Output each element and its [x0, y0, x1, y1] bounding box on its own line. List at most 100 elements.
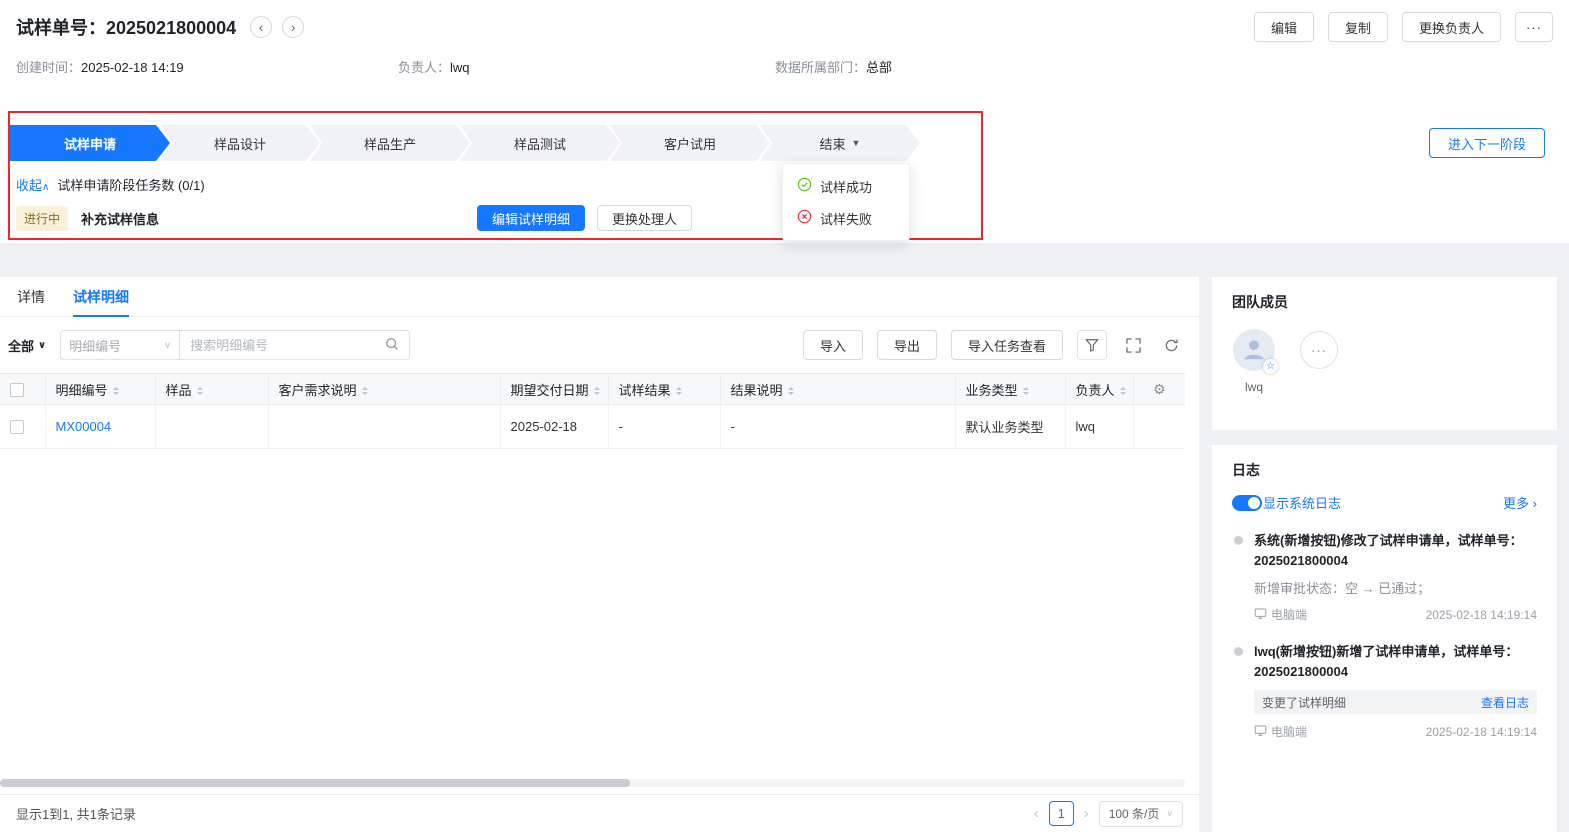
monitor-icon: [1254, 724, 1267, 740]
collapse-link[interactable]: 收起∧: [16, 175, 49, 194]
stage-label: 结束: [819, 136, 846, 152]
stage-row: 试样申请 样品设计 样品生产 样品测试 客户试用 结束 ▼ 进入下一阶段: [0, 92, 1569, 161]
sort-icon[interactable]: [1022, 384, 1029, 398]
sort-icon[interactable]: [675, 384, 682, 398]
right-sidebar: 团队成员 ☆ lwq ··· 日志 显示系统日志 更多 › 系统(新增按钮)修改…: [1212, 277, 1557, 832]
menu-item-trial-success[interactable]: 试样成功: [783, 170, 909, 202]
cell-owner: lwq: [1065, 404, 1134, 449]
next-record-button[interactable]: ›: [282, 16, 305, 38]
member-row: ☆ lwq ···: [1232, 329, 1537, 394]
stage-item-sample-production[interactable]: 样品生产: [310, 125, 470, 161]
sort-icon[interactable]: [196, 384, 203, 398]
team-member: ☆ lwq: [1232, 329, 1278, 394]
edit-sample-detail-button[interactable]: 编辑试样明细: [477, 205, 586, 231]
check-circle-icon: [797, 177, 812, 195]
stage-item-sample-design[interactable]: 样品设计: [160, 125, 320, 161]
edit-button[interactable]: 编辑: [1253, 12, 1314, 42]
chevron-right-icon: ›: [290, 19, 296, 35]
fullscreen-icon[interactable]: [1121, 333, 1145, 357]
member-name: lwq: [1244, 380, 1263, 394]
copy-button[interactable]: 复制: [1327, 12, 1388, 42]
sort-icon[interactable]: [787, 384, 794, 398]
cell-delivery-date: 2025-02-18: [500, 404, 609, 449]
table-row[interactable]: MX00004 2025-02-18 - - 默认业务类型 lwq: [0, 404, 1185, 449]
export-button[interactable]: 导出: [876, 330, 937, 360]
prev-record-button[interactable]: ‹: [250, 16, 273, 38]
team-members-card: 团队成员 ☆ lwq ···: [1212, 277, 1557, 430]
change-handler-button[interactable]: 更换处理人: [597, 205, 693, 231]
avatar[interactable]: ☆: [1233, 329, 1278, 374]
tab-detail[interactable]: 详情: [17, 277, 45, 316]
stage-item-sample-test[interactable]: 样品测试: [460, 125, 620, 161]
search-icon[interactable]: [385, 337, 399, 354]
stage-section: 试样申请 样品设计 样品生产 样品测试 客户试用 结束 ▼ 进入下一阶段 收起∧ …: [0, 92, 1569, 243]
import-task-view-button[interactable]: 导入任务查看: [950, 330, 1063, 360]
owner: 负责人：lwq: [398, 60, 470, 75]
select-all-checkbox[interactable]: [10, 382, 24, 397]
log-entry-meta: 电脑端 2025-02-18 14:19:14: [1254, 606, 1537, 623]
top-header: 试样单号：2025021800004 ‹ › 编辑 复制 更换负责人 ··· 创…: [0, 0, 1569, 92]
system-log-toggle[interactable]: [1232, 494, 1262, 511]
owner-star-icon: ☆: [1263, 359, 1278, 374]
row-checkbox[interactable]: [10, 420, 24, 435]
page-next-button[interactable]: ›: [1084, 805, 1089, 822]
sort-icon[interactable]: [1119, 384, 1126, 398]
task-status-badge: 进行中: [16, 205, 69, 231]
page-size-select[interactable]: 100 条/页 ∨: [1098, 800, 1183, 827]
record-count-summary: 显示1到1, 共1条记录: [16, 807, 136, 822]
stage-label: 试样申请: [63, 136, 116, 152]
view-log-link[interactable]: 查看日志: [1481, 694, 1529, 711]
menu-item-label: 试样失败: [820, 211, 873, 227]
log-device: 电脑端: [1254, 723, 1307, 740]
cell-result: -: [608, 404, 721, 449]
more-members-button[interactable]: ···: [1300, 331, 1338, 369]
cell-result-desc: -: [720, 404, 956, 449]
menu-item-trial-fail[interactable]: 试样失败: [783, 202, 909, 234]
log-change-bar: 变更了试样明细 查看日志: [1254, 690, 1537, 714]
filter-funnel-icon[interactable]: [1077, 330, 1107, 360]
detail-code-link[interactable]: MX00004: [56, 419, 112, 434]
page-prev-button[interactable]: ‹: [1034, 805, 1039, 822]
system-log-toggle-label: 显示系统日志: [1263, 496, 1342, 511]
pagination: ‹ 1 › 100 条/页 ∨: [1034, 800, 1183, 827]
page-number[interactable]: 1: [1048, 801, 1074, 826]
stage-item-end[interactable]: 结束 ▼: [760, 125, 920, 161]
stage-label: 样品生产: [363, 136, 416, 152]
search-input[interactable]: [190, 337, 386, 353]
tab-sample-detail[interactable]: 试样明细: [73, 277, 129, 317]
column-settings-icon[interactable]: ⚙: [1153, 381, 1166, 397]
detail-main-card: 详情 试样明细 全部∨ 明细编号∨ 导入 导出 导入任务查看: [0, 277, 1199, 832]
sort-icon[interactable]: [593, 384, 600, 398]
x-circle-icon: [797, 209, 812, 227]
content-area: 详情 试样明细 全部∨ 明细编号∨ 导入 导出 导入任务查看: [0, 277, 1569, 832]
import-button[interactable]: 导入: [802, 330, 863, 360]
filter-all-dropdown[interactable]: 全部 ∨: [8, 336, 46, 355]
chevron-left-icon: ‹: [1033, 805, 1039, 822]
log-time: 2025-02-18 14:19:14: [1425, 607, 1537, 622]
more-actions-button[interactable]: ···: [1515, 12, 1553, 42]
log-bullet-icon: [1234, 536, 1243, 545]
stage-task-count: 试样申请阶段任务数 (0/1): [57, 178, 205, 193]
header-actions: 编辑 复制 更换负责人 ···: [1253, 12, 1553, 42]
horizontal-scrollbar[interactable]: [0, 779, 1185, 787]
cell-biz-type: 默认业务类型: [955, 404, 1066, 449]
stage-item-customer-trial[interactable]: 客户试用: [610, 125, 770, 161]
sort-icon[interactable]: [361, 384, 368, 398]
change-owner-button[interactable]: 更换负责人: [1401, 12, 1501, 42]
task-name: 补充试样信息: [81, 211, 160, 227]
stage-item-trial-apply[interactable]: 试样申请: [10, 125, 170, 161]
page-title: 试样单号：2025021800004: [16, 14, 236, 40]
refresh-icon[interactable]: [1159, 333, 1183, 357]
log-entry-title: lwq(新增按钮)新增了试样申请单，试样单号：2025021800004: [1254, 644, 1519, 679]
sort-icon[interactable]: [112, 384, 119, 398]
log-more-link[interactable]: 更多 ›: [1503, 493, 1537, 512]
stage-label: 客户试用: [663, 136, 716, 152]
scrollbar-thumb[interactable]: [0, 779, 630, 787]
end-stage-menu: 试样成功 试样失败: [782, 163, 910, 241]
chevron-left-icon: ‹: [258, 19, 264, 35]
sample-detail-table: 明细编号 样品 客户需求说明 期望交付日期 试样结果 结果说明 业务类型 负责人…: [0, 373, 1185, 449]
chevron-down-icon: ∨: [38, 339, 47, 351]
search-field-select[interactable]: 明细编号 ∨: [60, 330, 181, 360]
log-change-text: 变更了试样明细: [1262, 695, 1347, 710]
next-stage-button[interactable]: 进入下一阶段: [1428, 128, 1545, 158]
